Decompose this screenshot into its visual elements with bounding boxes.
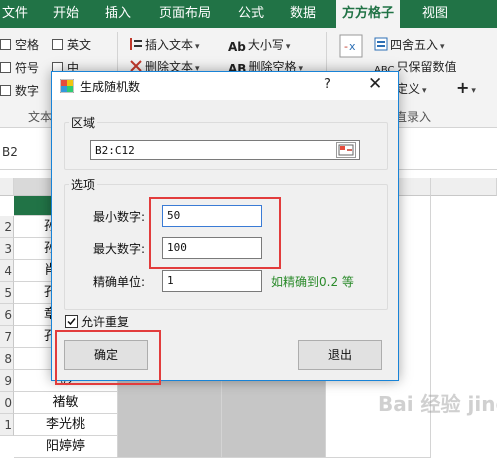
dialog-title: 生成随机数 [80,80,141,94]
tab-home[interactable]: 开始 [53,0,79,28]
chevron-down-icon: ▾ [471,86,476,96]
name-box[interactable]: B2 [2,145,18,159]
allow-repeat-label: 允许重复 [81,315,130,329]
checkbox-space[interactable]: 空格 [0,36,39,53]
round-icon [374,37,388,54]
checkbox-icon[interactable] [52,39,63,50]
checkbox-symbol-label: 符号 [15,61,40,75]
round-button[interactable]: 四舍五入 ▾ [374,36,445,54]
row-number[interactable]: 1 [0,414,14,436]
group-label-text: 文本 [28,110,53,124]
insert-text-button[interactable]: 插入文本 ▾ [129,36,200,54]
checkbox-english-label: 英文 [67,38,92,52]
precision-label: 精确单位: [93,275,146,289]
min-number-input[interactable]: 50 [162,205,262,227]
tab-data[interactable]: 数据 [290,0,316,28]
ok-button[interactable]: 确定 [64,340,148,370]
case-icon: Ab [228,40,246,54]
region-group-label: 区域 [69,114,98,131]
max-number-label: 最大数字: [93,242,146,256]
row-number[interactable]: 7 [0,326,14,348]
row-number[interactable]: 4 [0,260,14,282]
close-button[interactable]: ✕ [368,74,382,94]
dialog-titlebar[interactable]: 生成随机数 ? ✕ [52,72,398,100]
help-button[interactable]: ? [324,77,331,92]
checkbox-number[interactable]: 数字 [0,82,39,99]
tab-formulas[interactable]: 公式 [238,0,264,28]
case-label: 大小写 [247,38,284,52]
tab-fangfang[interactable]: 方方格子 [336,0,401,28]
name-cell[interactable]: 阳婷婷 [14,436,118,458]
min-number-label: 最小数字: [93,210,146,224]
ribbon-tabs: 文件 开始 插入 页面布局 公式 数据 方方格子 视图 [0,0,497,28]
row-number[interactable]: 6 [0,304,14,326]
group-label-record: 直录入 [395,110,432,124]
plus-button[interactable]: + ▾ [456,78,476,97]
checkbox-space-label: 空格 [15,38,40,52]
tab-file[interactable]: 文件 [2,0,28,28]
tab-view[interactable]: 视图 [422,0,448,28]
name-cell[interactable]: 褚敏 [14,392,118,414]
insert-text-icon [129,37,143,54]
checkbox-checked-icon[interactable] [65,315,78,328]
app-icon [59,78,75,94]
max-number-input[interactable]: 100 [162,237,262,259]
checkbox-icon[interactable] [0,85,11,96]
watermark: Bai 经验 jingyan.baidu.com [378,392,497,416]
allow-repeat-checkbox[interactable]: 允许重复 [65,313,129,330]
checkbox-icon[interactable] [0,39,11,50]
plus-icon: + [456,78,470,97]
insert-text-label: 插入文本 [145,38,194,52]
fx-button[interactable]: -x [338,33,364,62]
chevron-down-icon: ▾ [285,42,291,52]
options-group-label: 选项 [69,176,98,193]
name-cell[interactable]: 李光桃 [14,414,118,436]
region-input[interactable]: B2:C12 [90,140,360,160]
tab-page-layout[interactable]: 页面布局 [159,0,211,28]
select-all-corner[interactable] [0,178,14,196]
row-number[interactable]: 2 [0,216,14,238]
column-header-f[interactable] [431,178,497,196]
row-number[interactable]: 0 [0,392,14,414]
checkbox-english[interactable]: 英文 [52,36,91,53]
keep-value-label: 只保留数值 [396,60,457,74]
round-label: 四舍五入 [390,38,439,52]
chevron-down-icon: ▾ [195,42,200,52]
range-picker-icon[interactable] [336,142,356,158]
case-button[interactable]: Ab 大小写 ▾ [228,36,290,54]
precision-input[interactable]: 1 [162,270,262,292]
row-number[interactable]: 3 [0,238,14,260]
chevron-down-icon: ▾ [440,42,445,52]
chevron-down-icon: ▾ [422,86,427,96]
fx-icon: -x [338,34,364,62]
svg-text:x: x [349,40,356,53]
svg-text:-: - [344,40,348,53]
row-number[interactable]: 9 [0,370,14,392]
checkbox-icon[interactable] [0,62,11,73]
checkbox-symbol[interactable]: 符号 [0,59,39,76]
tab-insert[interactable]: 插入 [105,0,131,28]
exit-button[interactable]: 退出 [298,340,382,370]
random-number-dialog: 生成随机数 ? ✕ 区域 B2:C12 选项 最小数字: 50 最大数字: 10… [51,71,399,381]
checkbox-number-label: 数字 [15,84,40,98]
row-number[interactable]: 8 [0,348,14,370]
precision-hint: 如精确到0.2 等 [271,275,354,289]
row-number[interactable]: 5 [0,282,14,304]
